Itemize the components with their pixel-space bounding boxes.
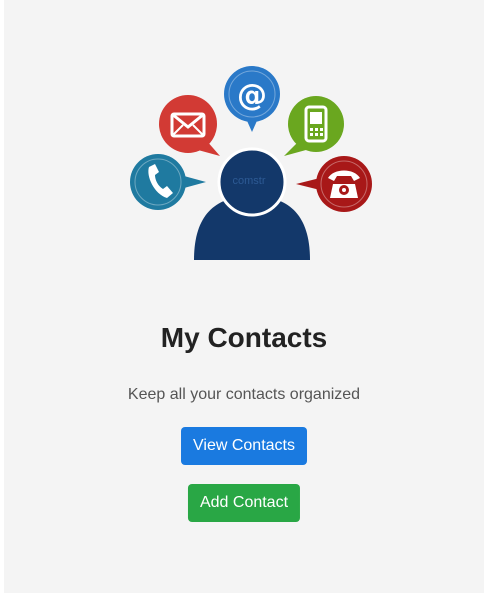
svg-text:comstr: comstr — [233, 175, 266, 187]
view-contacts-button[interactable]: View Contacts — [181, 427, 307, 465]
email-icon — [159, 95, 220, 156]
contacts-card: comstr @ My Contacts Keep all your conta… — [4, 0, 484, 593]
page-title: My Contacts — [160, 322, 328, 353]
mobile-phone-icon — [284, 96, 344, 156]
svg-text:@: @ — [237, 78, 267, 113]
contacts-illustration: comstr @ — [130, 66, 372, 260]
page-subtitle: Keep all your contacts organized — [127, 386, 361, 403]
person-icon: comstr — [194, 147, 310, 260]
add-contact-button[interactable]: Add Contact — [187, 484, 301, 522]
at-sign-icon: @ — [224, 66, 280, 132]
phone-icon — [130, 154, 206, 210]
telephone-icon — [296, 156, 372, 212]
